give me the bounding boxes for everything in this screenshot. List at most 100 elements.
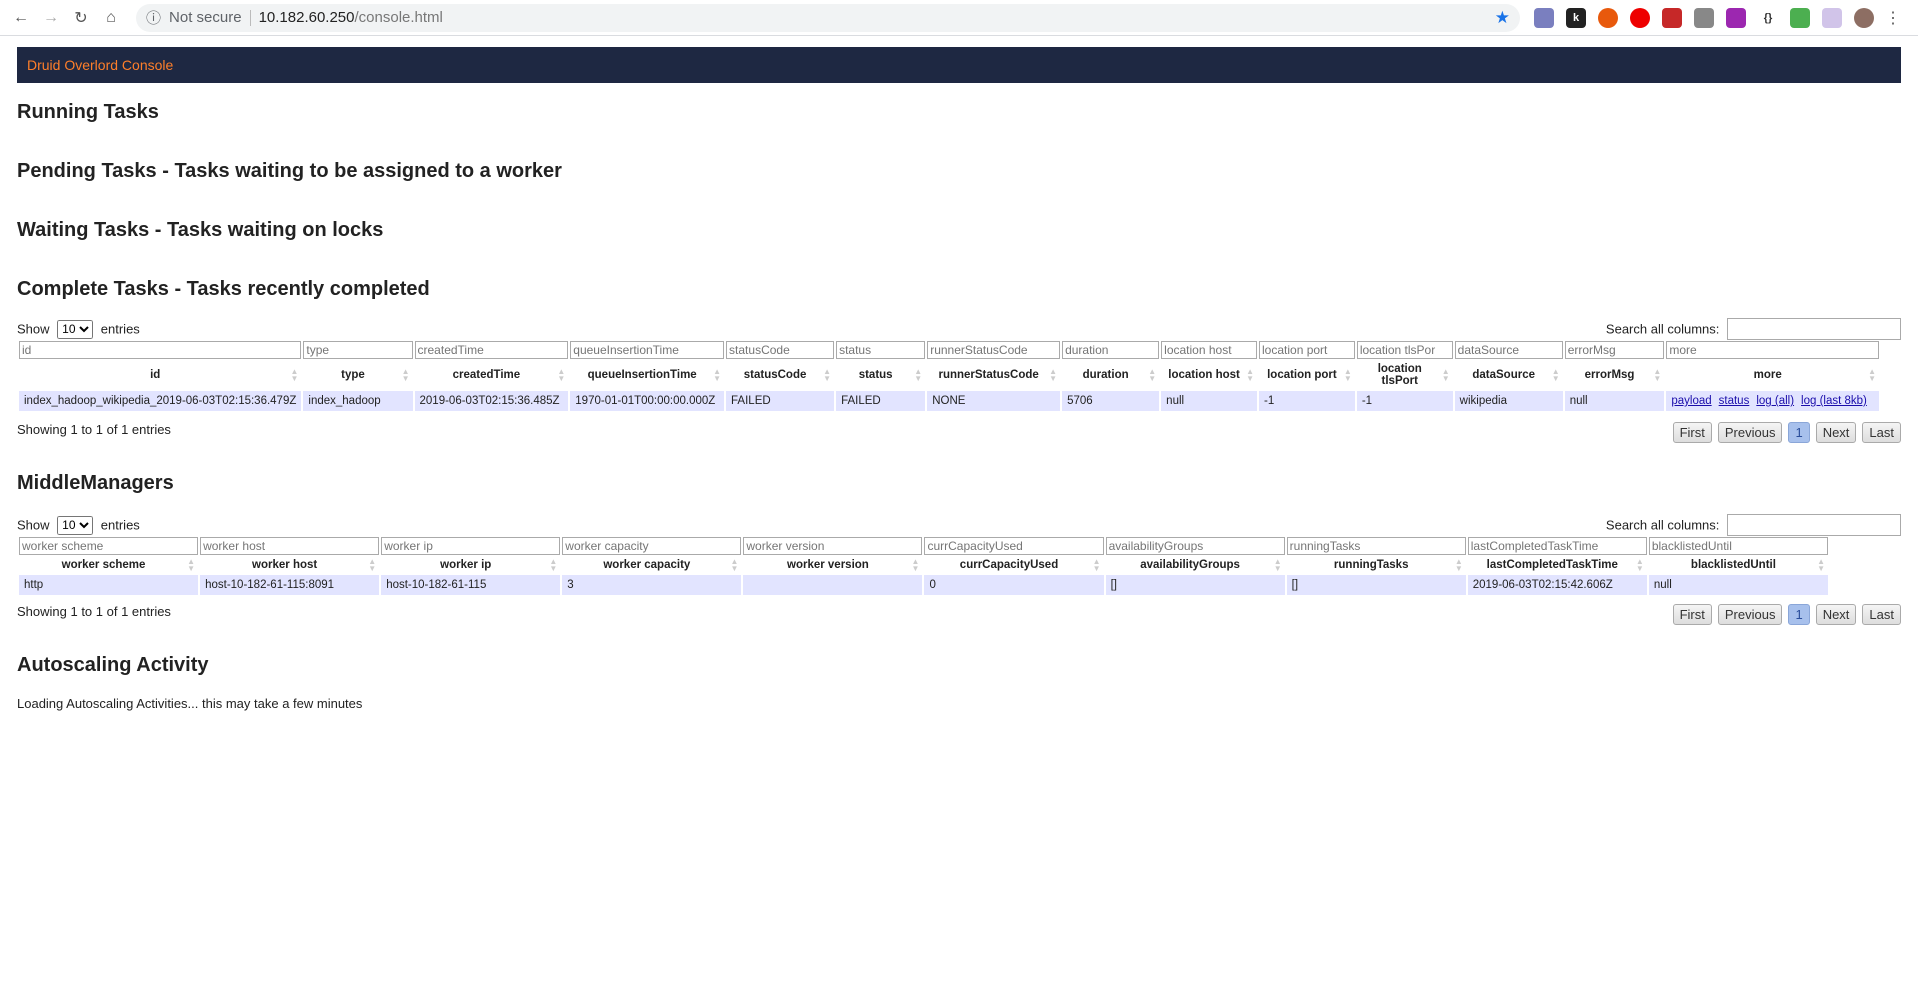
extension-icon[interactable] xyxy=(1726,7,1746,28)
column-header[interactable]: id ▲ ▼ xyxy=(19,361,301,389)
sort-icon[interactable]: ▲ ▼ xyxy=(1246,368,1254,383)
last-button[interactable]: Last xyxy=(1862,604,1901,625)
sort-icon[interactable]: ▲ ▼ xyxy=(1817,558,1825,573)
task-link[interactable]: log (all) xyxy=(1756,395,1794,407)
column-filter-input[interactable] xyxy=(1564,341,1665,359)
sort-icon[interactable]: ▲ ▼ xyxy=(1653,368,1661,383)
column-header[interactable]: lastCompletedTaskTime ▲ ▼ xyxy=(1468,557,1647,573)
column-header[interactable]: statusCode ▲ ▼ xyxy=(726,361,834,389)
sort-icon[interactable]: ▲ ▼ xyxy=(823,368,831,383)
column-filter-input[interactable] xyxy=(1467,537,1647,555)
forward-icon[interactable]: → xyxy=(38,5,64,31)
bookmark-star-icon[interactable]: ★ xyxy=(1495,8,1510,28)
column-header[interactable]: worker capacity ▲ ▼ xyxy=(562,557,741,573)
previous-button[interactable]: Previous xyxy=(1717,422,1783,443)
column-filter-input[interactable] xyxy=(303,341,413,359)
column-filter-input[interactable] xyxy=(836,341,926,359)
json-icon[interactable]: {} xyxy=(1758,7,1778,28)
sort-icon[interactable]: ▲ ▼ xyxy=(1442,368,1450,383)
column-header[interactable]: location tlsPort ▲ ▼ xyxy=(1357,361,1453,389)
column-filter-input[interactable] xyxy=(1105,537,1285,555)
sort-icon[interactable]: ▲ ▼ xyxy=(402,368,410,383)
sort-icon[interactable]: ▲ ▼ xyxy=(1274,558,1282,573)
home-icon[interactable]: ⌂ xyxy=(98,5,124,31)
sort-icon[interactable]: ▲ ▼ xyxy=(187,558,195,573)
avatar[interactable] xyxy=(1854,7,1874,28)
column-filter-input[interactable] xyxy=(924,537,1104,555)
column-header[interactable]: runningTasks ▲ ▼ xyxy=(1287,557,1466,573)
extension-icon[interactable] xyxy=(1822,7,1842,28)
column-header[interactable]: currCapacityUsed ▲ ▼ xyxy=(924,557,1103,573)
last-button[interactable]: Last xyxy=(1862,422,1901,443)
column-header[interactable]: availabilityGroups ▲ ▼ xyxy=(1106,557,1285,573)
sort-icon[interactable]: ▲ ▼ xyxy=(1455,558,1463,573)
extension-icon[interactable] xyxy=(1534,7,1554,28)
page-length-select[interactable]: 10 xyxy=(57,515,94,535)
search-input[interactable] xyxy=(1727,318,1901,340)
extension-icon[interactable] xyxy=(1662,7,1682,28)
column-header[interactable]: queueInsertionTime ▲ ▼ xyxy=(570,361,724,389)
sort-icon[interactable]: ▲ ▼ xyxy=(1636,558,1644,573)
column-filter-input[interactable] xyxy=(1666,341,1879,359)
next-button[interactable]: Next xyxy=(1815,604,1857,625)
page-length-select[interactable]: 10 xyxy=(57,319,94,339)
column-filter-input[interactable] xyxy=(381,537,561,555)
column-filter-input[interactable] xyxy=(200,537,380,555)
extension-icon[interactable]: k xyxy=(1566,7,1586,28)
previous-button[interactable]: Previous xyxy=(1717,604,1783,625)
column-header[interactable]: worker host ▲ ▼ xyxy=(200,557,379,573)
column-header[interactable]: location port ▲ ▼ xyxy=(1259,361,1355,389)
column-filter-input[interactable] xyxy=(1259,341,1355,359)
extension-icon[interactable] xyxy=(1598,7,1618,28)
column-filter-input[interactable] xyxy=(1356,341,1453,359)
extension-icon[interactable] xyxy=(1630,7,1650,28)
task-link[interactable]: payload xyxy=(1671,395,1711,407)
sort-icon[interactable]: ▲ ▼ xyxy=(730,558,738,573)
column-filter-input[interactable] xyxy=(927,341,1061,359)
first-button[interactable]: First xyxy=(1672,604,1712,625)
sort-icon[interactable]: ▲ ▼ xyxy=(713,368,721,383)
column-filter-input[interactable] xyxy=(570,341,725,359)
column-filter-input[interactable] xyxy=(1648,537,1828,555)
column-header[interactable]: status ▲ ▼ xyxy=(836,361,925,389)
first-button[interactable]: First xyxy=(1672,422,1712,443)
back-icon[interactable]: ← xyxy=(8,5,34,31)
column-filter-input[interactable] xyxy=(562,537,742,555)
address-bar[interactable]: ⓘ Not secure 10.182.60.250 /console.html… xyxy=(136,3,1520,32)
column-filter-input[interactable] xyxy=(19,537,199,555)
sort-icon[interactable]: ▲ ▼ xyxy=(1868,368,1876,383)
column-header[interactable]: worker ip ▲ ▼ xyxy=(381,557,560,573)
column-header[interactable]: location host ▲ ▼ xyxy=(1161,361,1257,389)
reload-icon[interactable]: ↻ xyxy=(68,5,94,31)
column-filter-input[interactable] xyxy=(1161,341,1257,359)
column-header[interactable]: dataSource ▲ ▼ xyxy=(1455,361,1563,389)
column-header[interactable]: more ▲ ▼ xyxy=(1666,361,1879,389)
sort-icon[interactable]: ▲ ▼ xyxy=(290,368,298,383)
menu-icon[interactable]: ⋮ xyxy=(1880,5,1906,31)
task-link[interactable]: status xyxy=(1719,395,1750,407)
column-filter-input[interactable] xyxy=(1454,341,1563,359)
column-header[interactable]: worker version ▲ ▼ xyxy=(743,557,922,573)
column-header[interactable]: runnerStatusCode ▲ ▼ xyxy=(927,361,1060,389)
search-input[interactable] xyxy=(1727,514,1901,536)
sort-icon[interactable]: ▲ ▼ xyxy=(1093,558,1101,573)
sort-icon[interactable]: ▲ ▼ xyxy=(914,368,922,383)
task-link[interactable]: log (last 8kb) xyxy=(1801,395,1867,407)
sort-icon[interactable]: ▲ ▼ xyxy=(1344,368,1352,383)
sort-icon[interactable]: ▲ ▼ xyxy=(1148,368,1156,383)
column-filter-input[interactable] xyxy=(1062,341,1160,359)
column-filter-input[interactable] xyxy=(743,537,923,555)
next-button[interactable]: Next xyxy=(1815,422,1857,443)
column-filter-input[interactable] xyxy=(19,341,302,359)
page-1-button[interactable]: 1 xyxy=(1788,604,1810,625)
column-header[interactable]: createdTime ▲ ▼ xyxy=(415,361,569,389)
extension-icon[interactable] xyxy=(1790,7,1810,28)
column-header[interactable]: type ▲ ▼ xyxy=(303,361,412,389)
sort-icon[interactable]: ▲ ▼ xyxy=(912,558,920,573)
column-header[interactable]: blacklistedUntil ▲ ▼ xyxy=(1649,557,1828,573)
column-header[interactable]: duration ▲ ▼ xyxy=(1062,361,1159,389)
sort-icon[interactable]: ▲ ▼ xyxy=(1552,368,1560,383)
sort-icon[interactable]: ▲ ▼ xyxy=(549,558,557,573)
column-header[interactable]: worker scheme ▲ ▼ xyxy=(19,557,198,573)
sort-icon[interactable]: ▲ ▼ xyxy=(368,558,376,573)
